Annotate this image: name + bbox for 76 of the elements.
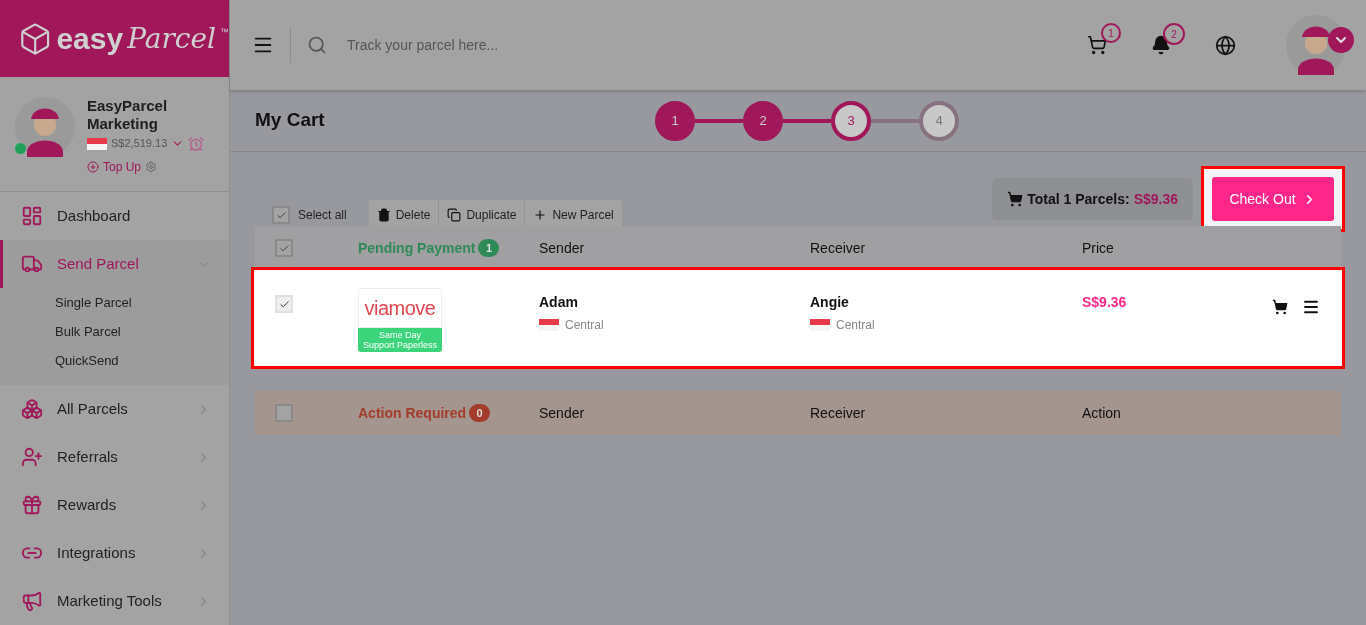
menu-icon[interactable] (1302, 298, 1320, 316)
contact-name: Adam (539, 293, 579, 312)
nav-subitem[interactable]: Bulk Parcel (0, 317, 229, 346)
column-header: Action (1082, 403, 1122, 423)
nav-item[interactable]: Rewards (0, 481, 229, 529)
boxes-icon (21, 398, 43, 420)
select-all-label[interactable]: Select all (298, 206, 347, 224)
column-header: Sender (539, 238, 586, 258)
trash-icon (376, 208, 391, 222)
checkbox[interactable] (272, 206, 290, 224)
count-badge: 2 (1163, 23, 1185, 45)
account-menu-button[interactable] (1328, 27, 1354, 53)
logo-banner[interactable]: easyParcel™ (0, 0, 229, 78)
cart-icon (1007, 191, 1024, 207)
count-badge: 0 (469, 404, 491, 422)
cart-icon[interactable] (1087, 35, 1107, 55)
account-name: EasyParcel Marketing (87, 97, 169, 134)
nav-label: All Parcels (57, 398, 129, 419)
dashboard-icon (21, 205, 43, 227)
search-icon (307, 35, 327, 55)
service-tag: Same Day Support Paperless (358, 328, 442, 352)
nav-label: Dashboard (57, 205, 132, 226)
nav-subitem[interactable]: QuickSend (0, 346, 229, 375)
globe-icon[interactable] (1215, 34, 1236, 56)
nav-item[interactable]: Integrations (0, 529, 229, 577)
nav-subitem[interactable]: Single Parcel (0, 288, 229, 317)
count-badge: 1 (478, 239, 500, 257)
parcel-row[interactable]: viamove Same Day Support Paperless Adam Central Angie Central S$9.36 (251, 267, 1345, 369)
column-header: Price (1082, 238, 1115, 258)
contact-name: Angie (810, 293, 850, 312)
column-header: Receiver (810, 238, 867, 258)
page-title: My Cart (255, 108, 326, 133)
flag-icon (87, 137, 107, 150)
nav-item[interactable]: All Parcels (0, 385, 229, 433)
region: Central (836, 317, 875, 334)
column-header: Receiver (810, 403, 867, 423)
nav-item[interactable]: Marketing Tools (0, 577, 229, 625)
check-icon (275, 209, 287, 221)
total-amount: S$9.36 (1133, 189, 1178, 209)
nav-item[interactable]: Referrals (0, 433, 229, 481)
check-icon (278, 242, 290, 254)
gift-icon (21, 494, 43, 516)
nav-label: Marketing Tools (57, 590, 163, 611)
add-user-icon (21, 446, 43, 468)
region: Central (565, 317, 604, 334)
price: S$9.36 (1082, 293, 1127, 312)
courier-logo: viamove (358, 288, 442, 328)
avatar (15, 97, 75, 158)
trademark: ™ (220, 26, 229, 39)
truck-icon (21, 253, 43, 275)
checkbox[interactable] (275, 239, 293, 257)
search-field[interactable]: Track your parcel here... (347, 34, 747, 56)
flag-icon (810, 319, 830, 331)
nav-label: Send Parcel (57, 253, 140, 274)
cart-icon[interactable] (1272, 299, 1288, 315)
logo-word: Parcel (127, 24, 216, 53)
nav-label: Integrations (57, 542, 137, 563)
column-header: Sender (539, 403, 586, 423)
balance: S$2,519.13 (111, 136, 168, 152)
plus-icon (533, 208, 548, 222)
flag-icon (539, 319, 559, 331)
copy-icon (447, 208, 462, 222)
section-title: Action Required (358, 403, 467, 423)
notification-icon[interactable] (1151, 35, 1171, 55)
megaphone-icon (21, 590, 43, 612)
total-label: Total 1 Parcels: (1027, 189, 1130, 209)
checkbox[interactable] (275, 404, 293, 422)
check-out-button[interactable]: Check Out (1212, 177, 1334, 221)
section-title: Pending Payment (358, 238, 476, 258)
nav-label: Referrals (57, 446, 119, 467)
nav-item[interactable]: Dashboard (0, 192, 229, 240)
plus-circle-icon (87, 160, 99, 173)
count-badge: 1 (1101, 23, 1121, 43)
logo-word: easy (56, 23, 124, 54)
nav-label: Rewards (57, 494, 118, 515)
check-icon (278, 298, 290, 310)
